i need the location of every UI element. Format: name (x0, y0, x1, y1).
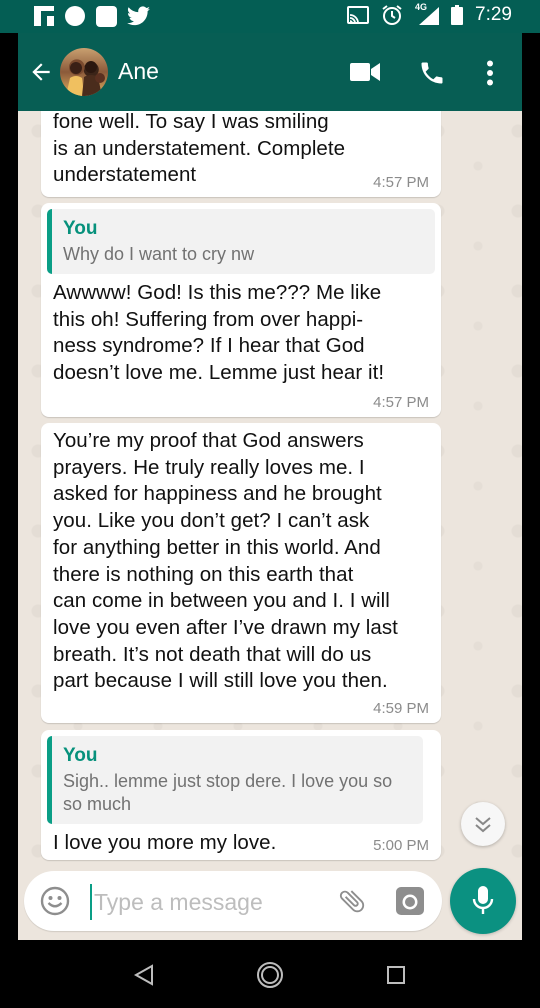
message-bubble[interactable]: You Why do I want to cry nw Awwww! God! … (41, 203, 441, 417)
more-vert-icon[interactable] (486, 60, 494, 86)
back-arrow-icon[interactable] (28, 59, 54, 85)
camera-icon[interactable] (396, 887, 424, 915)
message-input[interactable] (90, 884, 326, 920)
quoted-message[interactable]: You Why do I want to cry nw (47, 209, 435, 274)
emoji-icon[interactable] (40, 886, 70, 916)
scroll-to-bottom-button[interactable] (461, 802, 505, 846)
status-time: 7:29 (475, 4, 512, 25)
signal-icon (419, 7, 440, 25)
message-text: Awwww! God! Is this me??? Me like this o… (53, 281, 385, 385)
contact-name[interactable]: Ane (118, 58, 159, 85)
message-text: You’re my proof that God answers prayers… (53, 429, 398, 693)
nav-back-icon[interactable] (133, 964, 155, 986)
circle-notification-icon (65, 6, 85, 26)
status-system: 4G 7:29 (347, 2, 512, 26)
attach-icon[interactable] (337, 886, 367, 916)
quoted-text: Why do I want to cry nw (63, 244, 255, 264)
composer (18, 868, 522, 940)
message-bubble[interactable]: You’re my proof that God answers prayers… (41, 423, 441, 723)
message-time: 4:57 PM (373, 394, 429, 411)
status-notifications (34, 5, 150, 27)
mic-icon (472, 886, 494, 914)
voice-message-button[interactable] (450, 868, 516, 934)
double-chevron-down-icon (475, 817, 491, 833)
status-bar: 4G 7:29 (0, 0, 540, 33)
whatsapp-app: Ane fone well. To say I was smiling is a… (18, 33, 522, 940)
avatar-photo (66, 61, 105, 96)
quoted-sender: You (63, 745, 98, 766)
alarm-icon (382, 5, 402, 25)
message-time: 4:57 PM (373, 174, 429, 191)
avatar[interactable] (60, 48, 108, 96)
quoted-text: Sigh.. lemme just stop dere. I love you … (63, 771, 393, 814)
chat-header: Ane (18, 33, 522, 111)
nav-recents-icon[interactable] (387, 966, 405, 984)
message-bubble[interactable]: You Sigh.. lemme just stop dere. I love … (41, 730, 441, 860)
message-time: 5:00 PM (373, 837, 429, 854)
cast-icon (347, 6, 370, 24)
quoted-sender: You (63, 218, 98, 239)
system-nav-bar (0, 940, 540, 1008)
nav-home-icon[interactable] (256, 961, 284, 989)
message-bubble[interactable]: fone well. To say I was smiling is an un… (41, 111, 441, 197)
phone-icon[interactable] (418, 59, 446, 87)
message-input-box (24, 871, 442, 931)
signal-indicator: 4G (415, 2, 440, 25)
square-notification-icon (96, 5, 117, 27)
twitter-icon (127, 6, 150, 26)
message-time: 4:59 PM (373, 700, 429, 717)
chat-area[interactable]: fone well. To say I was smiling is an un… (18, 111, 522, 871)
video-call-icon[interactable] (350, 61, 380, 83)
quoted-message[interactable]: You Sigh.. lemme just stop dere. I love … (47, 736, 423, 824)
battery-icon (451, 5, 464, 25)
flipboard-icon (34, 6, 54, 26)
